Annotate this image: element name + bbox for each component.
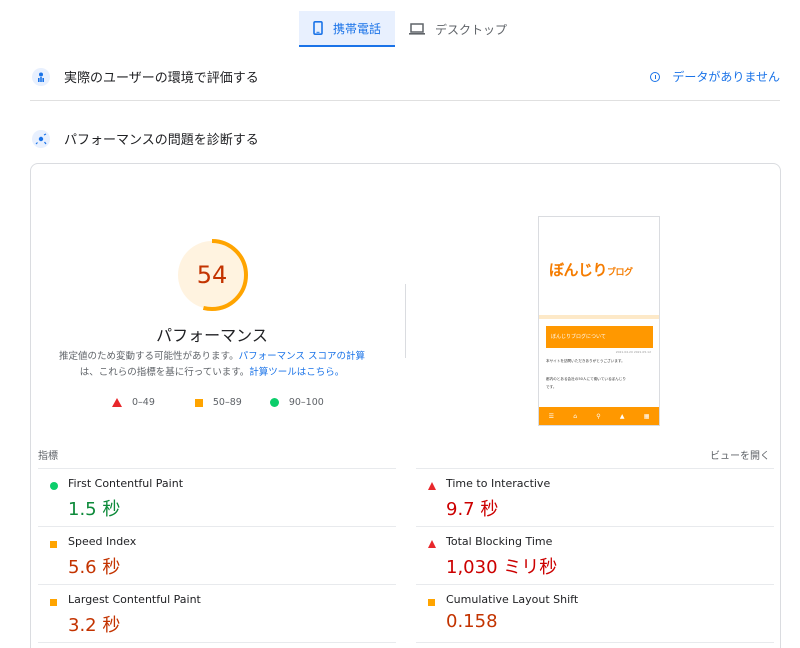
metric-row-bottom-border <box>416 642 774 648</box>
users-icon <box>32 67 50 86</box>
metric-value: 9.7 秒 <box>446 499 499 520</box>
status-icon <box>50 599 57 606</box>
legend-average: 50–89 <box>194 397 242 408</box>
phone-icon <box>313 21 323 35</box>
screenshot-line-3: です。 <box>546 385 557 389</box>
status-icon <box>428 482 436 490</box>
performance-label: パフォーマンス <box>156 326 268 345</box>
screenshot-band <box>539 315 659 319</box>
metric-fcp: First Contentful Paint 1.5 秒 <box>38 468 396 526</box>
metric-name: Speed Index <box>68 535 137 548</box>
logo-main: ぼんじり <box>549 261 608 279</box>
score-note: 推定値のため変動する可能性があります。パフォーマンス スコアの計算 は、これらの… <box>52 349 372 381</box>
legend-good-range: 90–100 <box>288 397 324 408</box>
metric-row-bottom-border <box>38 642 396 648</box>
field-data-title: 実際のユーザーの環境で評価する <box>64 71 259 86</box>
metric-name: Cumulative Layout Shift <box>446 593 579 606</box>
metric-tbt: Total Blocking Time 1,030 ミリ秒 <box>416 526 774 584</box>
tab-mobile[interactable]: 携帯電話 <box>299 11 395 47</box>
metric-value: 5.6 秒 <box>68 557 121 578</box>
search-icon: ⚲ <box>596 412 601 420</box>
legend-good: 90–100 <box>269 397 324 408</box>
home-icon: ⌂ <box>573 412 578 420</box>
tab-desktop[interactable]: デスクトップ <box>395 11 521 47</box>
status-icon <box>50 482 58 490</box>
metric-value: 0.158 <box>446 611 498 632</box>
section-divider <box>30 100 780 101</box>
metric-tti: Time to Interactive 9.7 秒 <box>416 468 774 526</box>
screenshot-line-2: 都内のとある会社の50人にて働いているぼんじり <box>546 377 626 381</box>
score-legend: 0–49 50–89 90–100 <box>112 397 346 408</box>
metric-value: 1.5 秒 <box>68 499 121 520</box>
menu-icon: ☰ <box>548 412 554 420</box>
note-text-1: 推定値のため変動する可能性があります。 <box>59 351 239 362</box>
metric-name: Time to Interactive <box>446 477 551 490</box>
metric-name: First Contentful Paint <box>68 477 184 490</box>
tab-desktop-label: デスクトップ <box>435 22 508 37</box>
calculator-link[interactable]: 計算ツールはこちら。 <box>249 367 344 378</box>
logo-sub: ブログ <box>607 268 633 278</box>
final-screenshot: ぼんじりブログ ぼんじりブログについて 2021.04.20 2021.05.1… <box>538 216 660 426</box>
status-icon <box>428 599 435 606</box>
up-icon: ▲ <box>619 412 625 420</box>
legend-average-range: 50–89 <box>212 397 242 408</box>
metric-si: Speed Index 5.6 秒 <box>38 526 396 584</box>
legend-poor: 0–49 <box>112 397 155 408</box>
screenshot-box: ぼんじりブログについて <box>546 326 653 348</box>
screenshot-line-1: 本サイトを訪問いただきありがとうございます。 <box>546 359 625 363</box>
metric-name: Total Blocking Time <box>446 535 553 548</box>
status-icon <box>50 541 57 548</box>
score-calc-link[interactable]: パフォーマンス スコアの計算 <box>239 351 365 362</box>
metric-value: 1,030 ミリ秒 <box>446 557 558 578</box>
square-icon <box>194 398 203 407</box>
tab-mobile-label: 携帯電話 <box>333 21 382 36</box>
diagnose-title: パフォーマンスの問題を診断する <box>64 133 259 148</box>
screenshot-nav-bar: ☰ ⌂ ⚲ ▲ ▦ <box>539 407 659 425</box>
metrics-label: 指標 <box>38 451 58 462</box>
status-icon <box>428 540 436 548</box>
screenshot-meta: 2021.04.20 2021.05.12 <box>615 350 651 354</box>
lab-icon <box>32 129 50 148</box>
note-text-2: は、これらの指標を基に行っています。 <box>79 367 250 378</box>
expand-view-toggle[interactable]: ビューを開く <box>710 447 770 462</box>
no-data-text: データがありません <box>672 70 780 84</box>
grid-icon: ▦ <box>643 412 650 420</box>
screenshot-logo: ぼんじりブログ <box>549 259 633 280</box>
field-data-section: 実際のユーザーの環境で評価する データがありません <box>32 67 780 86</box>
monitor-icon <box>409 23 425 35</box>
no-data-link[interactable]: データがありません <box>650 68 780 85</box>
performance-score: 54 <box>196 261 228 289</box>
triangle-icon <box>112 398 122 407</box>
metric-name: Largest Contentful Paint <box>68 593 201 606</box>
metric-cls: Cumulative Layout Shift 0.158 <box>416 584 774 642</box>
metric-lcp: Largest Contentful Paint 3.2 秒 <box>38 584 396 642</box>
circle-icon <box>269 398 279 407</box>
diagnose-section: パフォーマンスの問題を診断する <box>32 129 780 148</box>
metric-value: 3.2 秒 <box>68 615 121 636</box>
device-tabs: 携帯電話 デスクトップ <box>299 11 521 47</box>
legend-poor-range: 0–49 <box>132 397 155 408</box>
vertical-separator <box>405 284 406 358</box>
performance-gauge: 54 <box>175 238 249 312</box>
info-icon <box>650 71 661 82</box>
